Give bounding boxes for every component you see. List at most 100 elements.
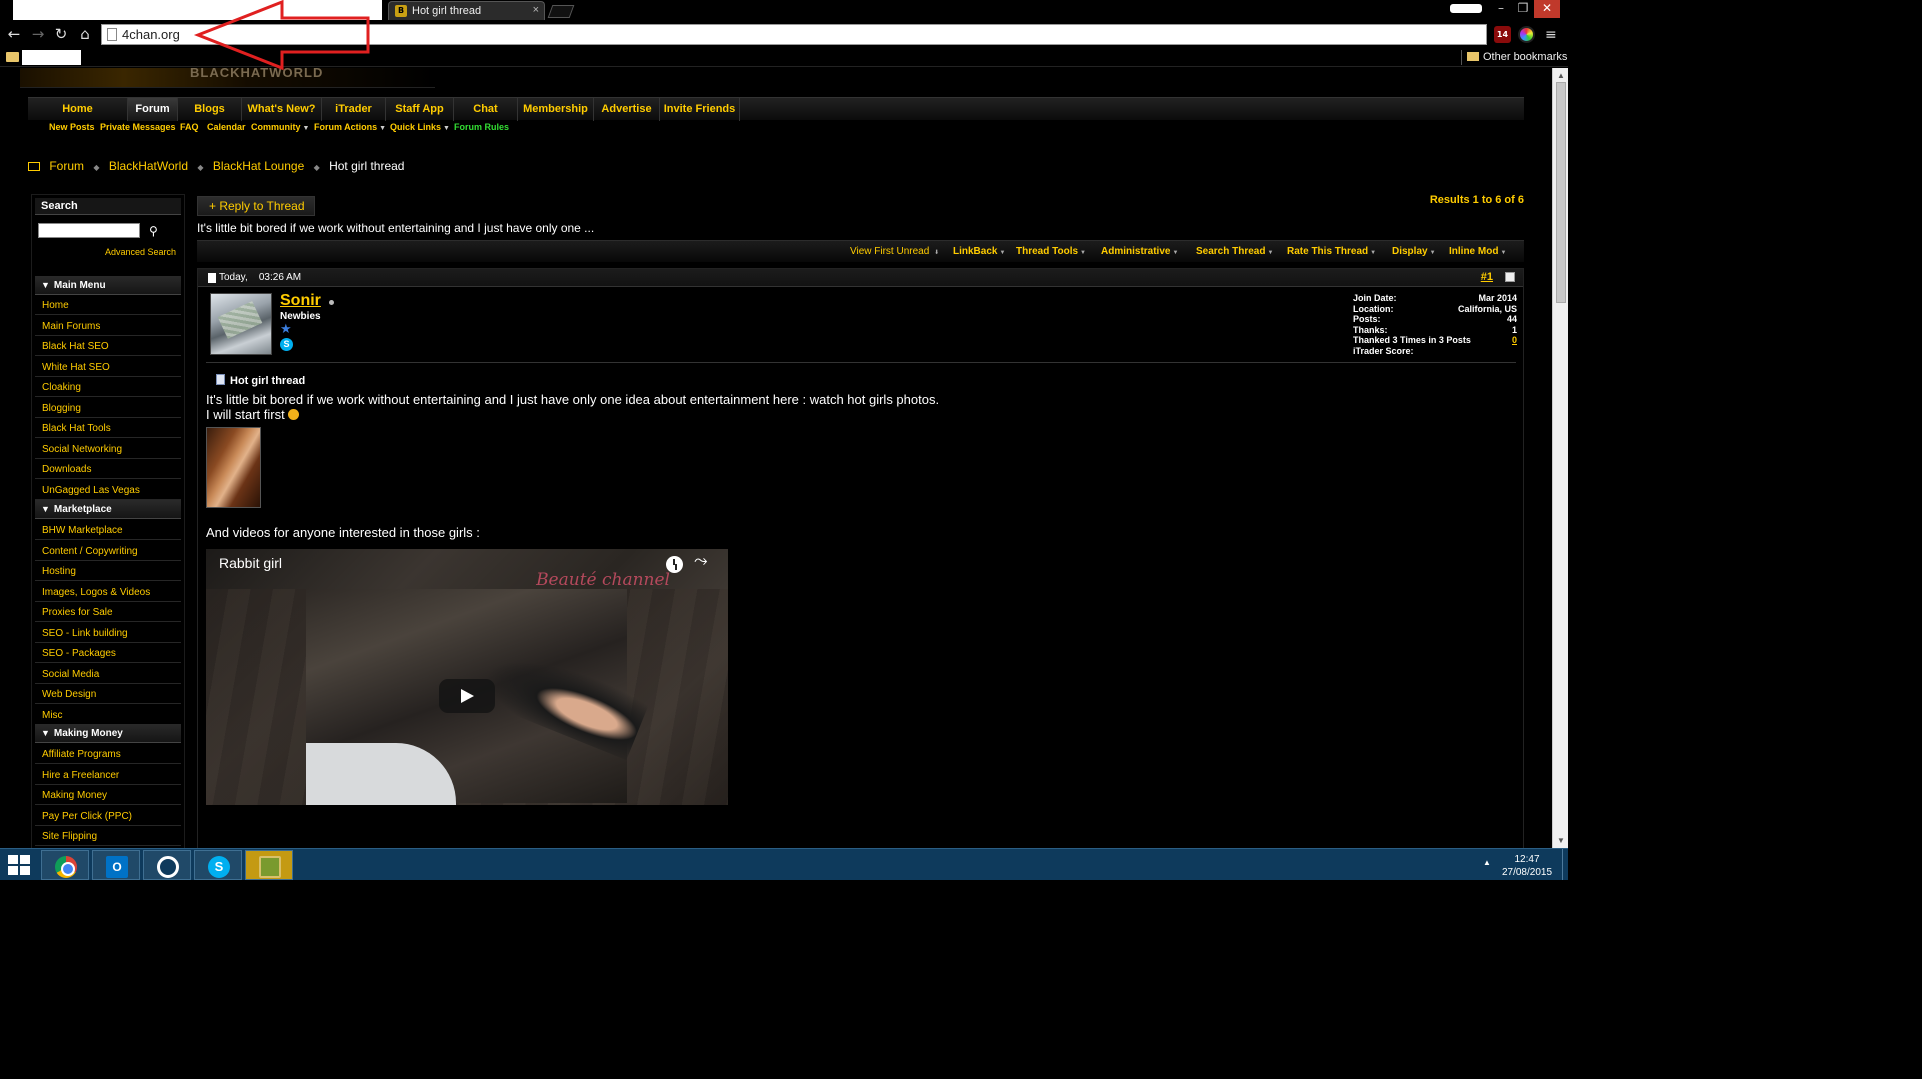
restore-icon[interactable]: ❐ bbox=[1510, 0, 1536, 18]
chrome-menu-icon[interactable]: ≡ bbox=[1545, 27, 1559, 43]
sidebar-item-ppc[interactable]: Pay Per Click (PPC) bbox=[35, 807, 181, 826]
subnav-forum-rules[interactable]: Forum Rules bbox=[454, 122, 509, 132]
tab-redacted[interactable] bbox=[13, 0, 382, 20]
sidebar-item-seo-packages[interactable]: SEO - Packages bbox=[35, 644, 181, 663]
sidebar-item-site-flipping[interactable]: Site Flipping bbox=[35, 827, 181, 846]
breadcrumb-forum[interactable]: Forum bbox=[49, 159, 84, 173]
sidebar-section-marketplace[interactable]: ▼ Marketplace bbox=[35, 500, 181, 519]
nav-home[interactable]: Home bbox=[28, 98, 128, 121]
nav-whats-new[interactable]: What's New? bbox=[242, 98, 322, 121]
avatar[interactable] bbox=[210, 293, 272, 355]
tab-hot-girl-thread[interactable]: B Hot girl thread × bbox=[388, 1, 545, 20]
view-first-unread[interactable]: View First Unread ⬇ bbox=[850, 246, 939, 257]
nav-blogs[interactable]: Blogs bbox=[178, 98, 242, 121]
nav-membership[interactable]: Membership bbox=[518, 98, 594, 121]
sidebar-search-input[interactable] bbox=[38, 223, 140, 238]
administrative-menu[interactable]: Administrative ▼ bbox=[1101, 246, 1178, 257]
taskbar-chrome[interactable] bbox=[41, 850, 89, 880]
taskbar-clock[interactable]: 12:47 27/08/2015 bbox=[1500, 853, 1554, 879]
scroll-up-icon[interactable]: ▲ bbox=[1557, 71, 1565, 80]
rate-thread-menu[interactable]: Rate This Thread ▼ bbox=[1287, 246, 1376, 257]
post-number-link[interactable]: #1 bbox=[1481, 271, 1493, 283]
sidebar-item-images[interactable]: Images, Logos & Videos bbox=[35, 583, 181, 602]
bookmark-folder-icon[interactable] bbox=[6, 52, 19, 62]
sidebar-item-freelancer[interactable]: Hire a Freelancer bbox=[35, 766, 181, 785]
color-extension-icon[interactable] bbox=[1518, 26, 1535, 43]
tab-close-icon[interactable]: × bbox=[533, 4, 539, 16]
sidebar-item-social-networking[interactable]: Social Networking bbox=[35, 440, 181, 459]
sidebar-item-misc[interactable]: Misc bbox=[35, 706, 181, 725]
sidebar-item-hosting[interactable]: Hosting bbox=[35, 562, 181, 581]
sidebar-item-making-money[interactable]: Making Money bbox=[35, 786, 181, 805]
sidebar-item-home[interactable]: Home bbox=[35, 296, 181, 315]
sidebar-item-content[interactable]: Content / Copywriting bbox=[35, 542, 181, 561]
sidebar-item-blogging[interactable]: Blogging bbox=[35, 399, 181, 418]
sidebar-item-cloaking[interactable]: Cloaking bbox=[35, 378, 181, 397]
sidebar-item-link-building[interactable]: SEO - Link building bbox=[35, 624, 181, 643]
scroll-down-icon[interactable]: ▼ bbox=[1557, 836, 1565, 845]
scroll-thumb[interactable] bbox=[1556, 82, 1566, 303]
sidebar-item-social-media[interactable]: Social Media bbox=[35, 665, 181, 684]
window-close-icon[interactable]: ✕ bbox=[1534, 0, 1560, 18]
new-tab-button[interactable] bbox=[547, 5, 575, 18]
nav-staff-app[interactable]: Staff App bbox=[386, 98, 454, 121]
subnav-forum-actions[interactable]: Forum Actions ▼ bbox=[314, 122, 386, 132]
display-menu[interactable]: Display ▼ bbox=[1392, 246, 1436, 257]
search-icon[interactable]: ⚲ bbox=[149, 224, 158, 238]
subnav-community[interactable]: Community ▼ bbox=[251, 122, 309, 132]
sidebar-item-bhw-marketplace[interactable]: BHW Marketplace bbox=[35, 521, 181, 540]
linkback-menu[interactable]: LinkBack ▼ bbox=[953, 246, 1005, 257]
subnav-private-messages[interactable]: Private Messages bbox=[100, 122, 176, 132]
sidebar-item-proxies[interactable]: Proxies for Sale bbox=[35, 603, 181, 622]
ublock-extension-icon[interactable]: 14 bbox=[1494, 26, 1511, 43]
forward-icon[interactable]: → bbox=[29, 25, 47, 43]
username-link[interactable]: Sonir bbox=[280, 292, 321, 310]
nav-invite-friends[interactable]: Invite Friends bbox=[660, 98, 740, 121]
sidebar-item-ungagged[interactable]: UnGagged Las Vegas bbox=[35, 481, 181, 500]
bookmark-redacted[interactable] bbox=[22, 50, 81, 65]
breadcrumb-blackhatworld[interactable]: BlackHatWorld bbox=[109, 159, 188, 173]
inline-mod-menu[interactable]: Inline Mod ▼ bbox=[1449, 246, 1506, 257]
back-icon[interactable]: ← bbox=[5, 25, 23, 43]
reload-icon[interactable]: ↻ bbox=[52, 25, 70, 43]
subnav-faq[interactable]: FAQ bbox=[180, 122, 199, 132]
sidebar-item-white-hat-seo[interactable]: White Hat SEO bbox=[35, 358, 181, 377]
other-bookmarks[interactable]: Other bookmarks bbox=[1467, 51, 1567, 63]
windows-start-icon[interactable] bbox=[8, 855, 30, 875]
sidebar-section-making-money[interactable]: ▼ Making Money bbox=[35, 724, 181, 743]
share-icon[interactable]: ⤳ bbox=[694, 551, 708, 571]
taskbar-outlook[interactable]: O bbox=[92, 850, 140, 880]
tray-expand-icon[interactable]: ▲ bbox=[1483, 858, 1491, 867]
nav-forum[interactable]: Forum bbox=[128, 98, 178, 121]
video-title[interactable]: Rabbit girl bbox=[219, 555, 282, 571]
sidebar-item-downloads[interactable]: Downloads bbox=[35, 460, 181, 479]
taskbar-messenger[interactable] bbox=[143, 850, 191, 880]
taskbar-locker-app[interactable] bbox=[245, 850, 293, 880]
nav-chat[interactable]: Chat bbox=[454, 98, 518, 121]
sidebar-item-black-hat-seo[interactable]: Black Hat SEO bbox=[35, 337, 181, 356]
play-button[interactable] bbox=[439, 679, 495, 713]
sidebar-item-main-forums[interactable]: Main Forums bbox=[35, 317, 181, 336]
reply-to-thread-button[interactable]: + Reply to Thread bbox=[197, 196, 315, 216]
profile-button[interactable] bbox=[1450, 4, 1482, 13]
show-desktop-button[interactable] bbox=[1562, 849, 1568, 880]
taskbar-skype[interactable]: S bbox=[194, 850, 242, 880]
home-icon[interactable]: ⌂ bbox=[76, 25, 94, 43]
sidebar-item-affiliate[interactable]: Affiliate Programs bbox=[35, 745, 181, 764]
search-thread-menu[interactable]: Search Thread ▼ bbox=[1196, 246, 1273, 257]
sidebar-section-main-menu[interactable]: ▼ Main Menu bbox=[35, 276, 181, 295]
sidebar-item-black-hat-tools[interactable]: Black Hat Tools bbox=[35, 419, 181, 438]
thanked-link[interactable]: 0 bbox=[1512, 335, 1517, 345]
skype-icon[interactable]: S bbox=[280, 338, 293, 351]
subnav-calendar[interactable]: Calendar bbox=[207, 122, 246, 132]
breadcrumb-blackhat-lounge[interactable]: BlackHat Lounge bbox=[213, 159, 304, 173]
watch-later-icon[interactable] bbox=[666, 556, 683, 573]
thread-tools-menu[interactable]: Thread Tools ▼ bbox=[1016, 246, 1086, 257]
subnav-quick-links[interactable]: Quick Links ▼ bbox=[390, 122, 450, 132]
post-image-thumbnail[interactable] bbox=[206, 427, 261, 508]
site-logo[interactable]: BLACKHATWORLD bbox=[20, 68, 435, 88]
page-scrollbar[interactable]: ▲ ▼ bbox=[1552, 68, 1568, 848]
nav-itrader[interactable]: iTrader bbox=[322, 98, 386, 121]
post-select-checkbox[interactable] bbox=[1505, 272, 1515, 282]
nav-advertise[interactable]: Advertise bbox=[594, 98, 660, 121]
